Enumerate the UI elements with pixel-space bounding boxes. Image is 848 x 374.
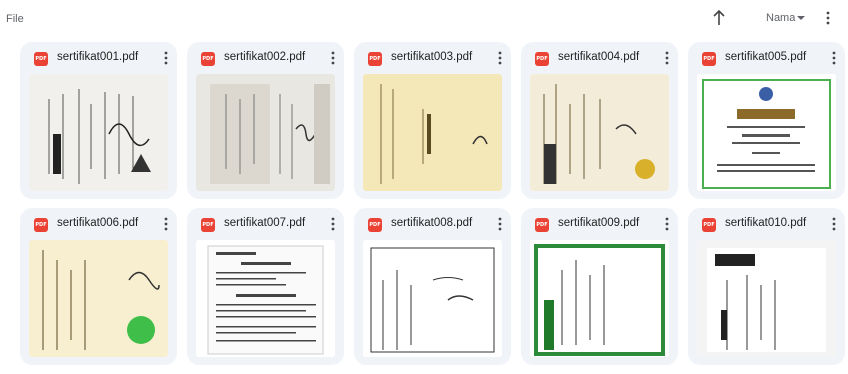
file-name[interactable]: sertifikat010.pdf bbox=[725, 217, 806, 229]
file-card-header: PDF sertifikat008.pdf bbox=[354, 208, 511, 240]
file-card-header: PDF sertifikat003.pdf bbox=[354, 42, 511, 74]
arrow-up-icon[interactable] bbox=[711, 8, 727, 28]
file-name[interactable]: sertifikat002.pdf bbox=[224, 51, 305, 63]
file-card-header: PDF sertifikat005.pdf bbox=[688, 42, 845, 74]
file-card-header: PDF sertifikat001.pdf bbox=[20, 42, 177, 74]
more-vert-icon[interactable] bbox=[494, 216, 506, 232]
file-thumbnail[interactable] bbox=[530, 74, 669, 191]
file-card-header: PDF sertifikat010.pdf bbox=[688, 208, 845, 240]
more-vert-icon[interactable] bbox=[661, 216, 673, 232]
more-vert-icon[interactable] bbox=[822, 10, 834, 26]
file-thumbnail[interactable] bbox=[697, 74, 836, 191]
file-thumbnail[interactable] bbox=[530, 240, 669, 357]
file-card[interactable]: PDF sertifikat008.pdf bbox=[354, 208, 511, 365]
file-card-header: PDF sertifikat002.pdf bbox=[187, 42, 344, 74]
file-name[interactable]: sertifikat007.pdf bbox=[224, 217, 305, 229]
file-card[interactable]: PDF sertifikat004.pdf bbox=[521, 42, 678, 199]
file-card[interactable]: PDF sertifikat005.pdf bbox=[688, 42, 845, 199]
file-card-header: PDF sertifikat007.pdf bbox=[187, 208, 344, 240]
file-thumbnail[interactable] bbox=[196, 74, 335, 191]
file-name[interactable]: sertifikat006.pdf bbox=[57, 217, 138, 229]
pdf-icon: PDF bbox=[201, 218, 215, 232]
pdf-icon: PDF bbox=[368, 52, 382, 66]
pdf-icon: PDF bbox=[34, 52, 48, 66]
pdf-icon: PDF bbox=[535, 218, 549, 232]
file-card-header: PDF sertifikat004.pdf bbox=[521, 42, 678, 74]
file-card[interactable]: PDF sertifikat006.pdf bbox=[20, 208, 177, 365]
file-name[interactable]: sertifikat005.pdf bbox=[725, 51, 806, 63]
file-thumbnail[interactable] bbox=[29, 74, 168, 191]
file-thumbnail[interactable] bbox=[196, 240, 335, 357]
pdf-icon: PDF bbox=[201, 52, 215, 66]
more-vert-icon[interactable] bbox=[494, 50, 506, 66]
file-card[interactable]: PDF sertifikat010.pdf bbox=[688, 208, 845, 365]
file-name[interactable]: sertifikat009.pdf bbox=[558, 217, 639, 229]
pdf-icon: PDF bbox=[702, 52, 716, 66]
file-card[interactable]: PDF sertifikat001.pdf bbox=[20, 42, 177, 199]
file-card[interactable]: PDF sertifikat003.pdf bbox=[354, 42, 511, 199]
more-vert-icon[interactable] bbox=[828, 216, 840, 232]
pdf-icon: PDF bbox=[535, 52, 549, 66]
more-vert-icon[interactable] bbox=[327, 50, 339, 66]
file-card[interactable]: PDF sertifikat009.pdf bbox=[521, 208, 678, 365]
file-name[interactable]: sertifikat003.pdf bbox=[391, 51, 472, 63]
section-title: File bbox=[6, 13, 24, 25]
file-card[interactable]: PDF sertifikat007.pdf bbox=[187, 208, 344, 365]
sort-by-button[interactable]: Nama bbox=[766, 12, 795, 24]
pdf-icon: PDF bbox=[34, 218, 48, 232]
file-name[interactable]: sertifikat004.pdf bbox=[558, 51, 639, 63]
caret-down-icon[interactable] bbox=[796, 13, 806, 23]
more-vert-icon[interactable] bbox=[160, 216, 172, 232]
file-card-header: PDF sertifikat009.pdf bbox=[521, 208, 678, 240]
file-card-header: PDF sertifikat006.pdf bbox=[20, 208, 177, 240]
more-vert-icon[interactable] bbox=[661, 50, 673, 66]
more-vert-icon[interactable] bbox=[327, 216, 339, 232]
pdf-icon: PDF bbox=[702, 218, 716, 232]
more-vert-icon[interactable] bbox=[160, 50, 172, 66]
file-list-header: File Nama bbox=[0, 0, 848, 34]
file-name[interactable]: sertifikat008.pdf bbox=[391, 217, 472, 229]
file-thumbnail[interactable] bbox=[697, 240, 836, 357]
file-name[interactable]: sertifikat001.pdf bbox=[57, 51, 138, 63]
file-thumbnail[interactable] bbox=[363, 240, 502, 357]
file-thumbnail[interactable] bbox=[29, 240, 168, 357]
file-card[interactable]: PDF sertifikat002.pdf bbox=[187, 42, 344, 199]
more-vert-icon[interactable] bbox=[828, 50, 840, 66]
file-thumbnail[interactable] bbox=[363, 74, 502, 191]
pdf-icon: PDF bbox=[368, 218, 382, 232]
